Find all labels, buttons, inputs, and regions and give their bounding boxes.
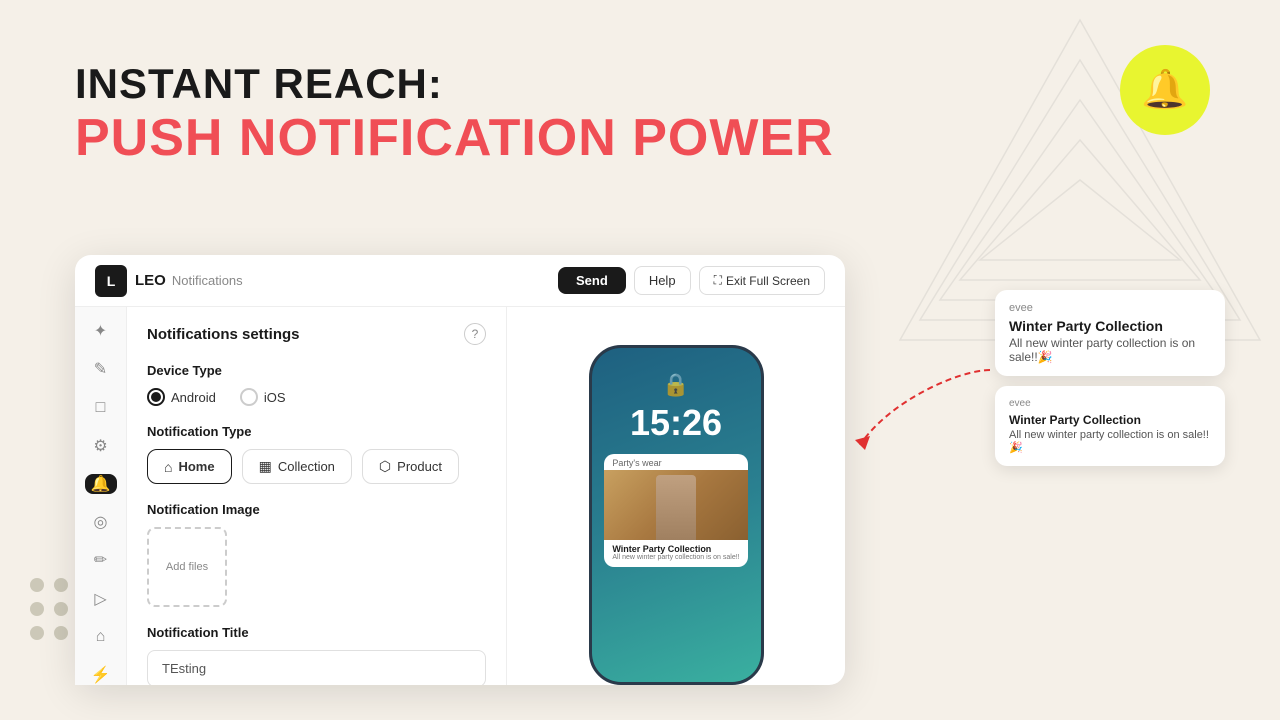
phone-card-label: Party's wear [604,454,747,470]
sidebar-icon-pen[interactable]: ✏ [85,550,117,570]
notif-app-name-2: evee [1009,398,1211,409]
bell-circle: 🔔 [1120,45,1210,135]
android-radio-inner [151,392,161,402]
sidebar-icon-edit[interactable]: ✎ [85,359,117,379]
notification-cards: evee Winter Party Collection All new win… [995,290,1225,466]
home-type-label: Home [178,459,214,474]
notif-desc-2: All new winter party collection is on sa… [1009,429,1211,454]
android-label: Android [171,390,216,405]
notification-card-small: evee Winter Party Collection All new win… [995,386,1225,466]
exit-fullscreen-button[interactable]: ⛶ Exit Full Screen [699,266,825,295]
phone-card-title: Winter Party Collection [612,544,739,554]
dot [30,626,44,640]
notification-card-large: evee Winter Party Collection All new win… [995,290,1225,376]
device-type-radio-group: Android iOS [147,388,486,406]
app-subtitle: Notifications [172,273,243,288]
sidebar-icon-play[interactable]: ▷ [85,588,117,608]
settings-title: Notifications settings [147,326,300,343]
collection-type-label: Collection [278,459,335,474]
notification-image-section: Notification Image Add files [147,502,486,607]
device-type-section: Device Type Android iOS [147,363,486,406]
notification-image-label: Notification Image [147,502,486,517]
dot [54,578,68,592]
phone-card-desc: All new winter party collection is on sa… [612,554,739,561]
settings-help-icon[interactable]: ? [464,323,486,345]
product-type-icon: ⬡ [379,458,391,475]
ios-label: iOS [264,390,286,405]
exit-label: Exit Full Screen [726,274,810,288]
notification-title-input[interactable] [147,650,486,685]
app-logo: L [95,265,127,297]
sidebar-icon-tag[interactable]: ◎ [85,512,117,532]
notification-title-label: Notification Title [147,625,486,640]
phone-time: 15:26 [630,402,722,444]
dot [30,578,44,592]
sidebar-icon-settings[interactable]: ⚙ [85,436,117,456]
sidebar-nav: ✦ ✎ □ ⚙ 🔔 ◎ ✏ ▷ ⌂ ⚡ [75,307,127,685]
notif-desc-1: All new winter party collection is on sa… [1009,336,1211,364]
product-type-label: Product [397,459,442,474]
expand-icon: ⛶ [714,273,722,288]
collection-type-icon: ▦ [259,458,272,475]
type-btn-product[interactable]: ⬡ Product [362,449,459,484]
notif-title-1: Winter Party Collection [1009,318,1211,334]
upload-box[interactable]: Add files [147,527,227,607]
settings-header: Notifications settings ? [147,323,486,345]
phone-card-image [604,470,747,540]
phone-mockup: 🔒 15:26 Party's wear Winter Party Collec… [589,345,764,685]
dot [54,626,68,640]
app-body: ✦ ✎ □ ⚙ 🔔 ◎ ✏ ▷ ⌂ ⚡ Notifications settin… [75,307,845,685]
phone-notification-card: Party's wear Winter Party Collection All… [604,454,747,567]
dot [30,602,44,616]
type-btn-collection[interactable]: ▦ Collection [242,449,352,484]
bell-icon: 🔔 [1141,68,1188,112]
ios-radio-outer [240,388,258,406]
notif-app-name-1: evee [1009,302,1211,314]
help-button[interactable]: Help [634,266,691,295]
header-section: INSTANT REACH: PUSH NOTIFICATION POWER [75,60,834,168]
notif-title-2: Winter Party Collection [1009,413,1211,427]
device-type-label: Device Type [147,363,486,378]
type-btn-home[interactable]: ⌂ Home [147,449,232,484]
phone-screen: 🔒 15:26 Party's wear Winter Party Collec… [592,348,761,682]
android-radio[interactable]: Android [147,388,216,406]
sidebar-icon-bolt[interactable]: ⚡ [85,665,117,685]
app-panel: L LEO Notifications Send Help ⛶ Exit Ful… [75,255,845,685]
phone-area: 🔒 15:26 Party's wear Winter Party Collec… [507,307,845,685]
notification-type-label: Notification Type [147,424,486,439]
app-header: L LEO Notifications Send Help ⛶ Exit Ful… [75,255,845,307]
ios-radio[interactable]: iOS [240,388,286,406]
phone-card-footer: Winter Party Collection All new winter p… [604,540,747,567]
notification-type-buttons: ⌂ Home ▦ Collection ⬡ Product [147,449,486,484]
home-type-icon: ⌂ [164,459,172,475]
notification-title-section: Notification Title [147,625,486,685]
app-header-actions: Send Help ⛶ Exit Full Screen [558,266,825,295]
sidebar-icon-doc[interactable]: □ [85,397,117,417]
phone-lock-icon: 🔒 [662,372,689,398]
dot [54,602,68,616]
send-button[interactable]: Send [558,267,626,294]
notification-type-section: Notification Type ⌂ Home ▦ Collection ⬡ … [147,424,486,484]
sidebar-icon-home[interactable]: ⌂ [85,627,117,647]
header-line1: INSTANT REACH: [75,60,834,108]
sidebar-icon-sparkle[interactable]: ✦ [85,321,117,341]
settings-panel: Notifications settings ? Device Type And… [127,307,507,685]
add-files-label: Add files [166,561,208,573]
sidebar-icon-notification[interactable]: 🔔 [85,474,117,494]
android-radio-outer [147,388,165,406]
logo-text: L [107,273,116,289]
header-line2: PUSH NOTIFICATION POWER [75,108,834,168]
phone-card-figure [656,475,696,540]
app-name: LEO [135,272,166,289]
